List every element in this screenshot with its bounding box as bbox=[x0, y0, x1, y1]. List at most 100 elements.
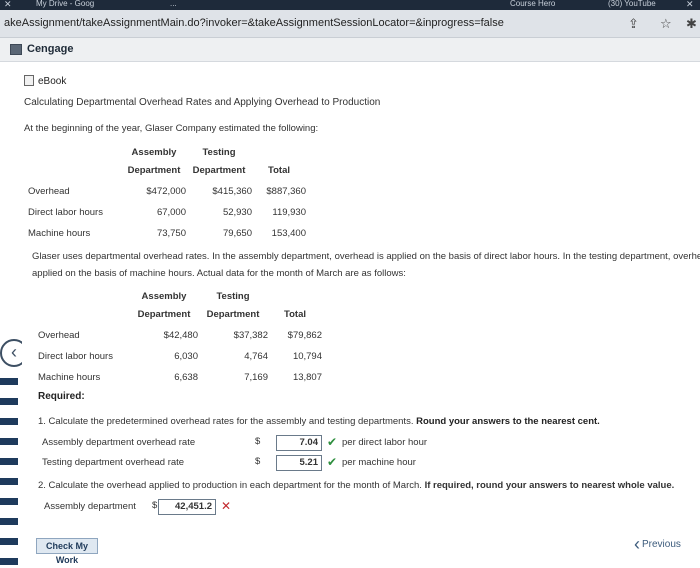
rail-marker bbox=[0, 438, 18, 445]
row-label: Direct labor hours bbox=[38, 351, 113, 362]
question-instruction: If required, round your answers to neare… bbox=[424, 480, 675, 491]
check-icon: ✔ bbox=[327, 455, 338, 469]
rail-marker bbox=[0, 478, 18, 485]
ebook-link[interactable]: eBook bbox=[22, 74, 700, 90]
intro-text: At the beginning of the year, Glaser Com… bbox=[24, 123, 319, 134]
url-text[interactable]: akeAssignment/takeAssignmentMain.do?invo… bbox=[4, 17, 504, 29]
testing-rate-input[interactable]: 5.21 bbox=[276, 455, 322, 471]
left-rail: ‹ bbox=[0, 62, 28, 568]
cell: 6,638 bbox=[174, 372, 198, 383]
col-header: Assembly bbox=[141, 291, 187, 302]
ebook-label: eBook bbox=[38, 76, 67, 87]
question-1: 1. Calculate the predetermined overhead … bbox=[38, 416, 600, 427]
cengage-logo-icon bbox=[10, 44, 22, 55]
col-header: Department bbox=[137, 309, 191, 320]
cell: $887,360 bbox=[266, 185, 306, 197]
currency-symbol: $ bbox=[255, 436, 261, 447]
answer-label: Testing department overhead rate bbox=[42, 457, 185, 468]
problem-title: Calculating Departmental Overhead Rates … bbox=[24, 97, 381, 108]
actual-table: Assembly Testing Department Department T… bbox=[38, 288, 322, 388]
rate-unit: per machine hour bbox=[342, 457, 416, 468]
star-icon[interactable]: ☆ bbox=[660, 16, 672, 32]
address-bar[interactable]: akeAssignment/takeAssignmentMain.do?invo… bbox=[0, 10, 700, 38]
required-heading: Required: bbox=[38, 391, 85, 402]
assignment-content: eBook Calculating Departmental Overhead … bbox=[22, 62, 700, 568]
cell: 7,169 bbox=[244, 372, 268, 383]
assembly-rate-input[interactable]: 7.04 bbox=[276, 435, 322, 451]
cell: $415,360 bbox=[212, 185, 252, 197]
question-instruction: Round your answers to the nearest cent. bbox=[416, 416, 600, 427]
extension-icon[interactable]: ✱ bbox=[686, 16, 697, 32]
rail-marker bbox=[0, 458, 18, 465]
cengage-header: Cengage bbox=[0, 38, 700, 62]
answer-row-assembly-rate: Assembly department overhead rate $ 7.04… bbox=[42, 435, 682, 453]
question-2: 2. Calculate the overhead applied to pro… bbox=[38, 480, 674, 491]
cell: $79,862 bbox=[287, 329, 322, 341]
cell: 67,000 bbox=[156, 207, 186, 218]
col-header: Department bbox=[127, 165, 181, 176]
col-header: Testing bbox=[202, 147, 236, 158]
cell: $42,480 bbox=[163, 329, 198, 341]
previous-button[interactable]: ‹ Previous bbox=[634, 534, 681, 555]
rail-marker bbox=[0, 538, 18, 545]
col-header: Testing bbox=[216, 291, 250, 302]
cell: $472,000 bbox=[146, 185, 186, 197]
estimated-table: Assembly Testing Department Department T… bbox=[28, 144, 306, 244]
question-text: 1. Calculate the predetermined overhead … bbox=[38, 416, 417, 427]
chevron-left-icon: ‹ bbox=[634, 534, 640, 554]
close-icon[interactable]: ✕ bbox=[4, 0, 12, 10]
row-label: Machine hours bbox=[28, 228, 91, 239]
cell: 119,930 bbox=[272, 207, 306, 218]
cell: 153,400 bbox=[271, 228, 306, 239]
browser-tab[interactable]: (30) YouTube bbox=[608, 0, 672, 10]
table-row: Overhead $42,480 $37,382 $79,862 bbox=[38, 324, 322, 346]
cell: 10,794 bbox=[292, 351, 322, 362]
check-my-work-button[interactable]: Check My Work bbox=[36, 538, 98, 565]
col-header: Total bbox=[268, 165, 290, 176]
row-label: Overhead bbox=[28, 185, 70, 197]
currency-symbol: $ bbox=[152, 500, 158, 511]
col-header: Total bbox=[284, 309, 306, 320]
description-line: Glaser uses departmental overhead rates.… bbox=[32, 251, 700, 262]
rate-unit: per direct labor hour bbox=[342, 437, 428, 448]
answer-row-assembly-applied: Assembly department $ 42,451.2 ✕ bbox=[42, 499, 682, 517]
cell: 4,764 bbox=[244, 351, 268, 362]
table-row: Overhead $472,000 $415,360 $887,360 bbox=[28, 180, 306, 202]
browser-tab[interactable]: ... bbox=[170, 0, 210, 10]
browser-tab[interactable]: Course Hero bbox=[510, 0, 570, 10]
rail-marker bbox=[0, 378, 18, 385]
ebook-icon bbox=[24, 75, 34, 86]
table-row: Machine hours 73,750 79,650 153,400 bbox=[28, 223, 306, 244]
cell: 73,750 bbox=[156, 228, 186, 239]
share-icon[interactable]: ⇪ bbox=[628, 16, 639, 32]
table-row: Machine hours 6,638 7,169 13,807 bbox=[38, 367, 322, 388]
rail-marker bbox=[0, 498, 18, 505]
browser-tab[interactable]: My Drive - Goog bbox=[36, 0, 126, 10]
close-icon[interactable]: ✕ bbox=[686, 0, 694, 10]
col-header: Department bbox=[206, 309, 260, 320]
currency-symbol: $ bbox=[255, 456, 261, 467]
x-icon: ✕ bbox=[221, 499, 232, 513]
table-row: Direct labor hours 67,000 52,930 119,930 bbox=[28, 202, 306, 223]
col-header: Department bbox=[192, 165, 246, 176]
answer-label: Assembly department overhead rate bbox=[42, 437, 196, 448]
cell: 6,030 bbox=[174, 351, 198, 362]
row-label: Overhead bbox=[38, 329, 80, 341]
question-text: 2. Calculate the overhead applied to pro… bbox=[38, 480, 425, 491]
col-header: Assembly bbox=[131, 147, 177, 158]
row-label: Direct labor hours bbox=[28, 207, 103, 218]
answer-row-testing-rate: Testing department overhead rate $ 5.21 … bbox=[42, 455, 682, 473]
assembly-applied-input[interactable]: 42,451.2 bbox=[158, 499, 216, 515]
cell: 52,930 bbox=[222, 207, 252, 218]
cell: 13,807 bbox=[292, 372, 322, 383]
cell: 79,650 bbox=[222, 228, 252, 239]
table-row: Direct labor hours 6,030 4,764 10,794 bbox=[38, 346, 322, 367]
rail-marker bbox=[0, 398, 18, 405]
answer-label: Assembly department bbox=[44, 501, 136, 512]
description-line: applied on the basis of machine hours. A… bbox=[32, 268, 406, 279]
previous-label: Previous bbox=[642, 539, 681, 551]
rail-marker bbox=[0, 418, 18, 425]
row-label: Machine hours bbox=[38, 372, 101, 383]
browser-tab-strip: ✕ My Drive - Goog ... Course Hero (30) Y… bbox=[0, 0, 700, 10]
rail-marker bbox=[0, 518, 18, 525]
